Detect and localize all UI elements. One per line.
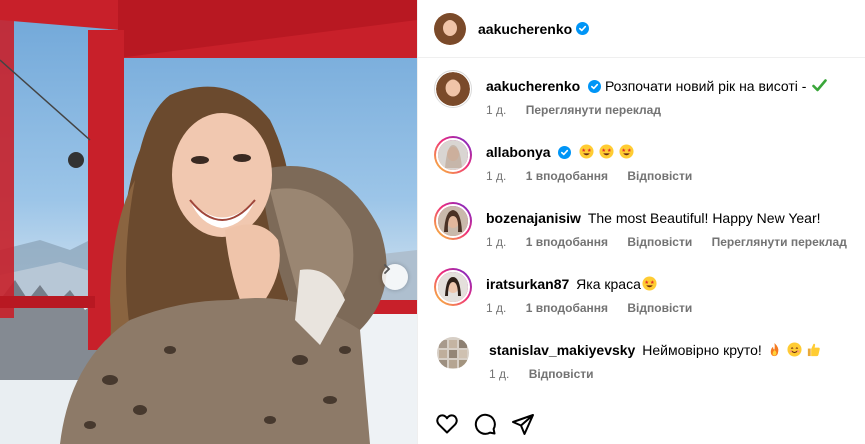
post-header: aakucherenko xyxy=(418,0,865,58)
comment-likes[interactable]: 1 вподобання xyxy=(526,301,608,315)
comment-username[interactable]: allabonya xyxy=(486,144,551,160)
comment-likes[interactable]: 1 вподобання xyxy=(526,235,608,249)
caption-item: aakucherenko Розпочати новий рік на висо… xyxy=(434,70,849,117)
caption-username[interactable]: aakucherenko xyxy=(486,78,580,94)
comment-text: Яка краса xyxy=(576,276,641,292)
verified-badge-icon xyxy=(558,146,572,159)
comment-item: iratsurkan87 Яка краса 1 д. 1 вподобання… xyxy=(434,268,849,315)
reply-button[interactable]: Відповісти xyxy=(627,301,692,315)
comment-item: stanislav_makiyevsky Неймовірно круто! 1… xyxy=(434,334,849,381)
comment-time[interactable]: 1 д. xyxy=(486,235,506,249)
star-struck-emoji xyxy=(579,144,594,159)
cable-car-selfie-image xyxy=(0,0,417,444)
comment-username[interactable]: bozenajanisiw xyxy=(486,210,581,226)
post-photo[interactable] xyxy=(0,0,417,444)
verified-badge-icon xyxy=(588,80,602,93)
comment-item: allabonya 1 д. 1 вподобання Відповісти xyxy=(434,136,849,183)
smiling-emoji xyxy=(787,342,802,357)
commenter-avatar[interactable] xyxy=(434,136,472,174)
heart-icon[interactable] xyxy=(435,412,459,436)
caption-text-line: aakucherenko Розпочати новий рік на висо… xyxy=(486,77,828,95)
comment-item: bozenajanisiw The most Beautiful! Happy … xyxy=(434,202,849,249)
comment-text: Неймовірно круто! xyxy=(642,342,762,358)
star-struck-emoji xyxy=(642,276,657,291)
comment-text: The most Beautiful! Happy New Year! xyxy=(587,210,821,226)
comment-icon[interactable] xyxy=(473,412,497,436)
caption-time[interactable]: 1 д. xyxy=(486,103,506,117)
comment-username[interactable]: stanislav_makiyevsky xyxy=(489,342,635,358)
star-struck-emoji xyxy=(599,144,614,159)
comment-time[interactable]: 1 д. xyxy=(486,301,506,315)
comment-likes[interactable]: 1 вподобання xyxy=(526,169,608,183)
comment-time[interactable]: 1 д. xyxy=(489,367,509,381)
star-struck-emoji xyxy=(619,144,634,159)
caption-avatar[interactable] xyxy=(434,70,472,108)
author-avatar[interactable] xyxy=(434,12,466,45)
thumbs-up-emoji xyxy=(808,343,821,357)
comment-time[interactable]: 1 д. xyxy=(486,169,506,183)
commenter-avatar[interactable] xyxy=(434,202,472,240)
author-username[interactable]: aakucherenko xyxy=(478,21,572,37)
commenter-avatar[interactable] xyxy=(437,337,469,369)
verified-badge-icon xyxy=(576,22,590,35)
carousel-next-button[interactable] xyxy=(382,264,408,290)
see-translation-button[interactable]: Переглянути переклад xyxy=(526,103,661,117)
reply-button[interactable]: Відповісти xyxy=(627,169,692,183)
commenter-avatar[interactable] xyxy=(434,268,472,306)
reply-button[interactable]: Відповісти xyxy=(627,235,692,249)
chevron-right-icon xyxy=(384,264,391,274)
comment-username[interactable]: iratsurkan87 xyxy=(486,276,569,292)
reply-button[interactable]: Відповісти xyxy=(529,367,594,381)
post-action-bar xyxy=(435,412,535,436)
share-icon[interactable] xyxy=(511,412,535,436)
see-translation-button[interactable]: Переглянути переклад xyxy=(712,235,847,249)
check-mark-icon xyxy=(812,79,828,92)
post-side-panel: aakucherenko aakucherenko Розпочати нови… xyxy=(417,0,865,444)
fire-emoji xyxy=(770,342,779,357)
caption-text: Розпочати новий рік на висоті - xyxy=(604,78,807,94)
